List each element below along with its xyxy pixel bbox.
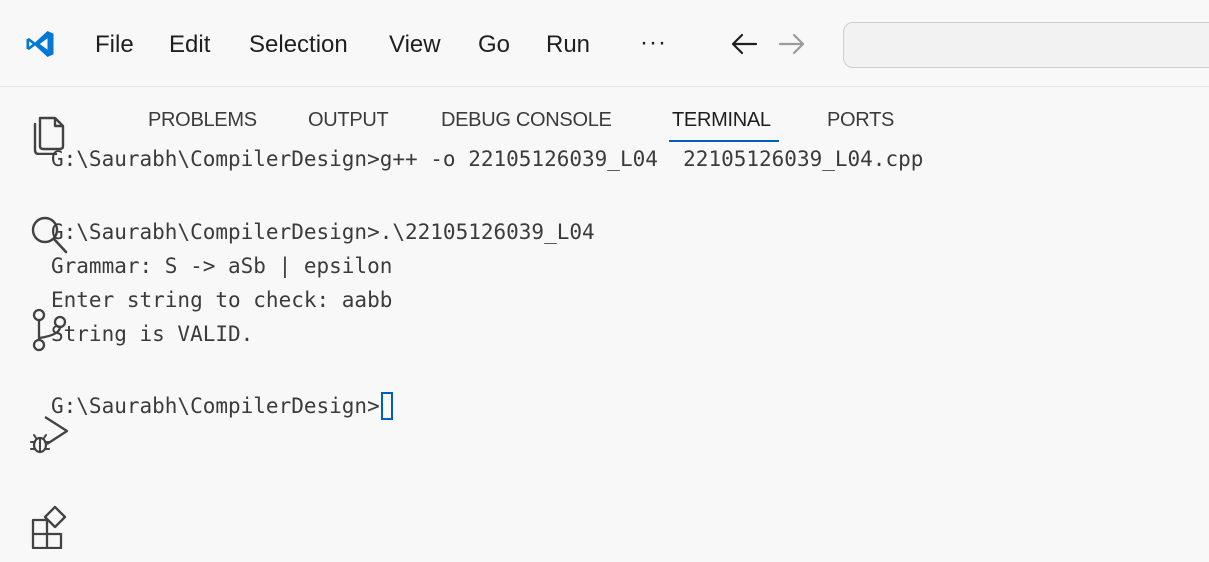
- terminal-line: G:\Saurabh\CompilerDesign>.\22105126039_…: [51, 220, 595, 244]
- terminal-cursor: [380, 392, 393, 420]
- arrow-right-icon[interactable]: [774, 24, 810, 64]
- menu-more-button[interactable]: ···: [640, 27, 667, 59]
- vscode-logo-icon[interactable]: [24, 28, 56, 60]
- tab-output[interactable]: OUTPUT: [308, 106, 389, 134]
- terminal-line: Grammar: S -> aSb | epsilon: [51, 254, 393, 278]
- menu-go[interactable]: Go: [478, 29, 510, 61]
- tab-problems[interactable]: PROBLEMS: [148, 106, 257, 134]
- tab-debug-console[interactable]: DEBUG CONSOLE: [441, 106, 612, 134]
- arrow-left-icon[interactable]: [726, 24, 762, 64]
- terminal-line: Enter string to check: aabb: [51, 288, 393, 312]
- vscode-window: File Edit Selection View Go Run ··· PROB…: [0, 0, 1209, 562]
- title-bar: File Edit Selection View Go Run ···: [0, 0, 1209, 87]
- terminal-line: String is VALID.: [51, 322, 254, 346]
- menu-selection[interactable]: Selection: [249, 29, 348, 61]
- menu-run[interactable]: Run: [546, 29, 590, 61]
- command-center-search[interactable]: [843, 22, 1209, 68]
- menu-file[interactable]: File: [95, 29, 134, 61]
- terminal-prompt: G:\Saurabh\CompilerDesign>: [51, 394, 380, 418]
- menu-edit[interactable]: Edit: [169, 29, 210, 61]
- menu-view[interactable]: View: [389, 29, 441, 61]
- tab-terminal[interactable]: TERMINAL: [672, 106, 771, 134]
- terminal-output[interactable]: G:\Saurabh\CompilerDesign>g++ -o 2210512…: [51, 136, 1113, 420]
- tab-ports[interactable]: PORTS: [827, 106, 894, 134]
- terminal-line: G:\Saurabh\CompilerDesign>g++ -o 2210512…: [51, 147, 924, 171]
- extensions-icon[interactable]: [27, 501, 71, 549]
- terminal-prompt-line[interactable]: G:\Saurabh\CompilerDesign>: [51, 389, 393, 423]
